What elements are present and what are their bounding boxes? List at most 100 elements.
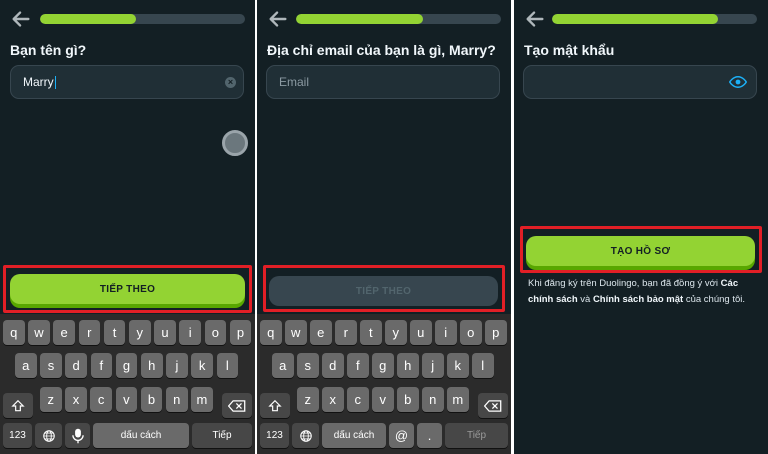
shift-key[interactable]	[3, 393, 33, 418]
screen-password: Tạo mật khẩu TẠO HỒ SƠ Khi đăng ký trên …	[514, 0, 768, 454]
numbers-key[interactable]: 123	[3, 423, 32, 448]
key-x[interactable]: x	[322, 387, 344, 412]
backspace-icon	[484, 399, 502, 412]
page-title: Bạn tên gì?	[10, 42, 87, 58]
legal-prefix: Khi đăng ký trên Duolingo, bạn đã đồng ý…	[528, 278, 721, 289]
key-w[interactable]: w	[28, 320, 50, 345]
key-n[interactable]: n	[166, 387, 188, 412]
key-s[interactable]: s	[297, 353, 319, 378]
key-a[interactable]: a	[15, 353, 37, 378]
next-key[interactable]: Tiếp	[445, 423, 508, 448]
key-r[interactable]: r	[78, 320, 101, 345]
key-q[interactable]: q	[260, 320, 282, 345]
arrow-left-icon	[269, 11, 287, 27]
shift-key[interactable]	[260, 393, 290, 418]
text-caret	[54, 76, 56, 90]
key-b[interactable]: b	[140, 387, 163, 412]
key-z[interactable]: z	[297, 387, 319, 412]
key-l[interactable]: l	[472, 353, 494, 378]
key-u[interactable]: u	[410, 320, 432, 345]
key-b[interactable]: b	[397, 387, 419, 412]
key-r[interactable]: r	[335, 320, 357, 345]
progress-fill	[296, 14, 424, 24]
key-x[interactable]: x	[65, 387, 87, 412]
space-key[interactable]: dấu cách	[93, 423, 189, 448]
key-t[interactable]: t	[360, 320, 382, 345]
key-p[interactable]: p	[485, 320, 507, 345]
key-p[interactable]: p	[229, 320, 252, 345]
shift-icon	[11, 399, 25, 411]
key-z[interactable]: z	[40, 387, 62, 412]
key-k[interactable]: k	[191, 353, 213, 378]
key-y[interactable]: y	[129, 320, 151, 345]
progress-fill	[40, 14, 137, 24]
key-a[interactable]: a	[272, 353, 294, 378]
key-e[interactable]: e	[310, 320, 332, 345]
key-u[interactable]: u	[154, 320, 176, 345]
dot-key[interactable]: .	[417, 423, 442, 448]
key-j[interactable]: j	[166, 353, 188, 378]
globe-key[interactable]	[292, 423, 319, 448]
clear-circle-icon[interactable]: ×	[225, 77, 236, 88]
back-button[interactable]	[10, 8, 32, 30]
assistive-touch-button[interactable]	[222, 130, 248, 156]
mic-key[interactable]	[65, 423, 90, 448]
numbers-key[interactable]: 123	[260, 423, 289, 448]
key-d[interactable]: d	[322, 353, 344, 378]
password-input[interactable]	[523, 65, 757, 99]
key-m[interactable]: m	[191, 387, 213, 412]
email-placeholder: Email	[279, 75, 310, 89]
at-key[interactable]: @	[389, 423, 414, 448]
key-k[interactable]: k	[447, 353, 469, 378]
key-e[interactable]: e	[53, 320, 75, 345]
key-q[interactable]: q	[3, 320, 25, 345]
globe-icon	[42, 429, 55, 442]
progress-bar	[296, 14, 501, 24]
globe-key[interactable]	[35, 423, 62, 448]
name-input[interactable]: Marry ×	[10, 65, 244, 99]
onscreen-keyboard: 123 dấu cách Tiếp qwertyuiop asdfghjkl zxc…	[0, 314, 255, 454]
key-h[interactable]: h	[397, 353, 419, 378]
key-n[interactable]: n	[422, 387, 444, 412]
delete-key[interactable]	[478, 393, 508, 418]
key-l[interactable]: l	[216, 353, 239, 378]
back-button[interactable]	[524, 8, 546, 30]
key-c[interactable]: c	[347, 387, 369, 412]
key-v[interactable]: v	[372, 387, 394, 412]
screen-email: Địa chỉ email của bạn là gì, Marry? Emai…	[257, 0, 511, 454]
key-s[interactable]: s	[40, 353, 62, 378]
key-i[interactable]: i	[179, 320, 201, 345]
key-v[interactable]: v	[115, 387, 138, 412]
continue-button[interactable]: TIẾP THEO	[10, 274, 245, 304]
key-f[interactable]: f	[347, 353, 369, 378]
key-g[interactable]: g	[115, 353, 138, 378]
back-button[interactable]	[267, 8, 289, 30]
next-key[interactable]: Tiếp	[192, 423, 252, 448]
key-o[interactable]: o	[460, 320, 482, 345]
email-input[interactable]: Email	[266, 65, 500, 99]
arrow-left-icon	[12, 11, 30, 27]
key-d[interactable]: d	[65, 353, 87, 378]
key-j[interactable]: j	[422, 353, 444, 378]
shift-icon	[268, 399, 282, 411]
key-h[interactable]: h	[141, 353, 163, 378]
microphone-icon	[71, 428, 84, 443]
legal-suffix: của chúng tôi.	[683, 294, 745, 305]
key-w[interactable]: w	[285, 320, 307, 345]
continue-button[interactable]: TIẾP THEO	[269, 276, 498, 306]
key-g[interactable]: g	[372, 353, 394, 378]
key-m[interactable]: m	[447, 387, 469, 412]
arrow-left-icon	[526, 11, 544, 27]
key-o[interactable]: o	[204, 320, 227, 345]
onscreen-keyboard: 123 dấu cách q w e r t y u i o p a s d f…	[257, 314, 511, 454]
key-t[interactable]: t	[103, 320, 126, 345]
privacy-policy-link[interactable]: Chính sách bảo mật	[593, 294, 683, 305]
eye-icon[interactable]	[729, 75, 747, 89]
key-c[interactable]: c	[90, 387, 112, 412]
key-y[interactable]: y	[385, 320, 407, 345]
key-i[interactable]: i	[435, 320, 457, 345]
space-key[interactable]: dấu cách	[322, 423, 386, 448]
delete-key[interactable]	[222, 393, 252, 418]
create-profile-button[interactable]: TẠO HỒ SƠ	[526, 236, 755, 266]
key-f[interactable]: f	[90, 353, 113, 378]
